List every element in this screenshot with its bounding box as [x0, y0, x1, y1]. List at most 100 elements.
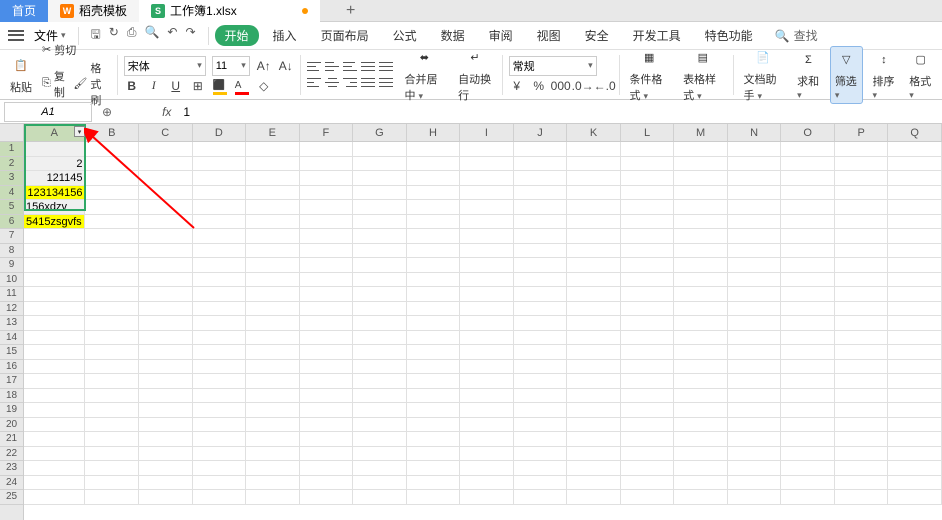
- cell-J17[interactable]: [514, 374, 568, 389]
- cell-O22[interactable]: [781, 447, 835, 462]
- menu-view[interactable]: 视图: [527, 27, 571, 44]
- cell-K23[interactable]: [567, 461, 621, 476]
- cell-E3[interactable]: [246, 171, 300, 186]
- cell-M17[interactable]: [674, 374, 728, 389]
- cell-D12[interactable]: [193, 302, 247, 317]
- cell-N12[interactable]: [728, 302, 782, 317]
- cell-B16[interactable]: [85, 360, 139, 375]
- cell-I11[interactable]: [460, 287, 514, 302]
- cell-J16[interactable]: [514, 360, 568, 375]
- cell-O6[interactable]: [781, 215, 835, 230]
- cell-Q12[interactable]: [888, 302, 942, 317]
- font-color-button[interactable]: A: [234, 78, 250, 94]
- cell-H8[interactable]: [407, 244, 461, 259]
- cell-K19[interactable]: [567, 403, 621, 418]
- cell-K5[interactable]: [567, 200, 621, 215]
- cell-N16[interactable]: [728, 360, 782, 375]
- cell-C16[interactable]: [139, 360, 193, 375]
- cell-J24[interactable]: [514, 476, 568, 491]
- cell-L24[interactable]: [621, 476, 675, 491]
- row-header-2[interactable]: 2: [0, 157, 23, 172]
- cell-J1[interactable]: [514, 142, 568, 157]
- fill-color-button[interactable]: ⬛: [212, 78, 228, 94]
- percent-button[interactable]: %: [531, 78, 547, 94]
- tab-home[interactable]: 首页: [0, 0, 48, 22]
- cell-O2[interactable]: [781, 157, 835, 172]
- print-icon[interactable]: ⎙: [127, 25, 137, 46]
- cell-H25[interactable]: [407, 490, 461, 505]
- cell-H22[interactable]: [407, 447, 461, 462]
- cell-P5[interactable]: [835, 200, 889, 215]
- cell-K1[interactable]: [567, 142, 621, 157]
- cell-B23[interactable]: [85, 461, 139, 476]
- cell-E16[interactable]: [246, 360, 300, 375]
- row-header-10[interactable]: 10: [0, 273, 23, 288]
- cell-O10[interactable]: [781, 273, 835, 288]
- sum-button[interactable]: Σ 求和 ▾: [793, 49, 824, 101]
- cell-E23[interactable]: [246, 461, 300, 476]
- cell-O15[interactable]: [781, 345, 835, 360]
- align-left-button[interactable]: [306, 76, 322, 90]
- menu-data[interactable]: 数据: [431, 27, 475, 44]
- cell-O8[interactable]: [781, 244, 835, 259]
- cell-N7[interactable]: [728, 229, 782, 244]
- menu-security[interactable]: 安全: [575, 27, 619, 44]
- cell-P2[interactable]: [835, 157, 889, 172]
- cell-K15[interactable]: [567, 345, 621, 360]
- cell-Q19[interactable]: [888, 403, 942, 418]
- cell-I7[interactable]: [460, 229, 514, 244]
- cell-H15[interactable]: [407, 345, 461, 360]
- cell-H5[interactable]: [407, 200, 461, 215]
- border-button[interactable]: ⊞: [190, 78, 206, 94]
- cell-C22[interactable]: [139, 447, 193, 462]
- fx-icon[interactable]: fx: [162, 105, 171, 119]
- cell-F8[interactable]: [300, 244, 354, 259]
- cell-C10[interactable]: [139, 273, 193, 288]
- cell-H3[interactable]: [407, 171, 461, 186]
- cell-P12[interactable]: [835, 302, 889, 317]
- cell-G2[interactable]: [353, 157, 407, 172]
- cell-B15[interactable]: [85, 345, 139, 360]
- cell-L6[interactable]: [621, 215, 675, 230]
- col-header-G[interactable]: G: [353, 124, 407, 141]
- cell-L11[interactable]: [621, 287, 675, 302]
- cell-A15[interactable]: [24, 345, 85, 360]
- cell-P25[interactable]: [835, 490, 889, 505]
- cell-N13[interactable]: [728, 316, 782, 331]
- cell-L19[interactable]: [621, 403, 675, 418]
- col-header-I[interactable]: I: [460, 124, 514, 141]
- col-header-C[interactable]: C: [139, 124, 193, 141]
- justify-button[interactable]: [360, 76, 376, 90]
- col-header-M[interactable]: M: [674, 124, 728, 141]
- align-right-button[interactable]: [342, 76, 358, 90]
- row-header-24[interactable]: 24: [0, 476, 23, 491]
- cell-L14[interactable]: [621, 331, 675, 346]
- cell-O13[interactable]: [781, 316, 835, 331]
- cell-J21[interactable]: [514, 432, 568, 447]
- cell-G23[interactable]: [353, 461, 407, 476]
- cell-O4[interactable]: [781, 186, 835, 201]
- cell-C19[interactable]: [139, 403, 193, 418]
- cell-A18[interactable]: [24, 389, 85, 404]
- cell-M18[interactable]: [674, 389, 728, 404]
- cell-F14[interactable]: [300, 331, 354, 346]
- cell-A20[interactable]: [24, 418, 85, 433]
- tab-add-button[interactable]: +: [340, 2, 362, 20]
- dec-dec-button[interactable]: ←.0: [597, 78, 613, 94]
- cell-G14[interactable]: [353, 331, 407, 346]
- cell-E21[interactable]: [246, 432, 300, 447]
- row-header-11[interactable]: 11: [0, 287, 23, 302]
- cell-N9[interactable]: [728, 258, 782, 273]
- cell-G3[interactable]: [353, 171, 407, 186]
- cell-K9[interactable]: [567, 258, 621, 273]
- cell-Q2[interactable]: [888, 157, 942, 172]
- format-painter-button[interactable]: 🖌格式刷: [73, 60, 111, 108]
- cell-E25[interactable]: [246, 490, 300, 505]
- cell-E1[interactable]: [246, 142, 300, 157]
- cell-C1[interactable]: [139, 142, 193, 157]
- cell-G17[interactable]: [353, 374, 407, 389]
- name-box[interactable]: A1: [4, 102, 92, 122]
- cell-P4[interactable]: [835, 186, 889, 201]
- cell-P24[interactable]: [835, 476, 889, 491]
- cell-H21[interactable]: [407, 432, 461, 447]
